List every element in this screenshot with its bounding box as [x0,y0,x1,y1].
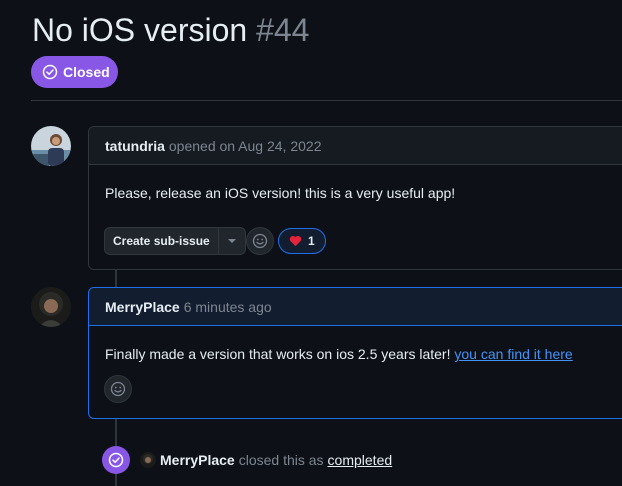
event-author[interactable]: MerryPlace [160,452,235,468]
state-label: Closed [63,64,110,80]
create-sub-issue-button[interactable]: Create sub-issue [104,227,246,255]
heart-icon [289,235,302,247]
header-divider [31,100,622,101]
comment-author[interactable]: tatundria [105,138,165,154]
issue-number: #44 [256,12,310,48]
comment-header: MerryPlace 6 minutes ago [89,288,622,326]
event-action: closed this as [238,452,324,468]
add-reaction-button[interactable] [104,375,132,403]
comment-header: tatundria opened on Aug 24, 2022 [89,127,622,165]
check-circle-icon [42,64,58,80]
comment-author[interactable]: MerryPlace [105,299,180,315]
smiley-icon [110,381,126,397]
sub-issue-dropdown[interactable] [219,228,245,254]
triangle-down-icon [227,239,236,243]
add-reaction-button[interactable] [246,227,274,255]
comment-merryplace: MerryPlace 6 minutes ago Finally made a … [88,287,622,419]
create-sub-issue-label[interactable]: Create sub-issue [105,228,219,254]
event-reason-link[interactable]: completed [328,452,393,468]
comment-tatundria: tatundria opened on Aug 24, 2022 Please,… [88,126,622,270]
state-badge: Closed [31,56,118,88]
smiley-icon [252,233,268,249]
event-avatar[interactable] [140,452,156,468]
avatar-merryplace[interactable] [31,287,71,327]
issue-title-text: No iOS version [32,12,248,48]
reaction-count: 1 [308,234,315,248]
comment-meta[interactable]: 6 minutes ago [184,299,272,315]
comment-body-link[interactable]: you can find it here [454,346,572,362]
closed-event: MerryPlace closed this as completed [140,450,392,470]
issue-title: No iOS version #44 [32,8,309,52]
closed-event-badge [102,446,130,474]
heart-reaction-button[interactable]: 1 [278,228,326,254]
check-circle-icon [108,452,124,468]
comment-body: Finally made a version that works on ios… [89,346,589,362]
comment-body: Please, release an iOS version! this is … [105,185,456,201]
comment-body-text: Finally made a version that works on ios… [105,346,455,362]
avatar-tatundria[interactable] [31,126,71,166]
comment-meta[interactable]: opened on Aug 24, 2022 [169,138,322,154]
